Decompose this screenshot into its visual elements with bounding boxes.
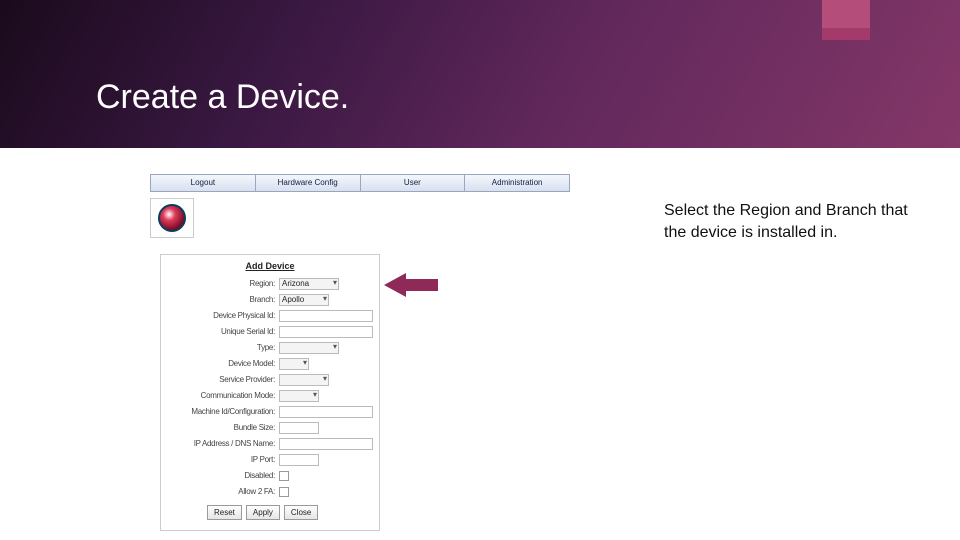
select-device-model[interactable] bbox=[279, 358, 309, 370]
apply-button[interactable]: Apply bbox=[246, 505, 280, 520]
reset-button[interactable]: Reset bbox=[207, 505, 242, 520]
input-ip-port[interactable] bbox=[279, 454, 319, 466]
select-branch[interactable]: Apollo bbox=[279, 294, 329, 306]
close-button[interactable]: Close bbox=[284, 505, 318, 520]
input-ip-dns[interactable] bbox=[279, 438, 373, 450]
label-device-physical-id: Device Physical Id: bbox=[167, 312, 279, 320]
app-screenshot-panel: Logout Hardware Config User Administrati… bbox=[150, 174, 570, 192]
form-title: Add Device bbox=[167, 261, 373, 271]
slide-accent-tab-highlight bbox=[822, 0, 870, 28]
tab-hardware-config[interactable]: Hardware Config bbox=[256, 174, 361, 192]
app-logo-icon bbox=[158, 204, 186, 232]
slide-title: Create a Device. bbox=[96, 78, 349, 117]
input-machine-config[interactable] bbox=[279, 406, 373, 418]
label-disabled: Disabled: bbox=[167, 472, 279, 480]
label-region: Region: bbox=[167, 280, 279, 288]
tab-administration[interactable]: Administration bbox=[465, 174, 570, 192]
label-device-model: Device Model: bbox=[167, 360, 279, 368]
label-machine-config: Machine Id/Configuration: bbox=[167, 408, 279, 416]
app-logo bbox=[150, 198, 194, 238]
label-allow-2fa: Allow 2 FA: bbox=[167, 488, 279, 496]
input-unique-serial-id[interactable] bbox=[279, 326, 373, 338]
tab-logout[interactable]: Logout bbox=[150, 174, 256, 192]
label-service-provider: Service Provider: bbox=[167, 376, 279, 384]
select-region[interactable]: Arizona bbox=[279, 278, 339, 290]
select-communication-mode[interactable] bbox=[279, 390, 319, 402]
slide-header-band bbox=[0, 0, 960, 148]
checkbox-disabled[interactable] bbox=[279, 471, 289, 481]
label-branch: Branch: bbox=[167, 296, 279, 304]
instruction-text-pre: Select the bbox=[664, 202, 740, 219]
instruction-text: Select the Region and Branch that the de… bbox=[664, 200, 934, 243]
form-button-row: Reset Apply Close bbox=[167, 505, 373, 520]
label-ip-dns: IP Address / DNS Name: bbox=[167, 440, 279, 448]
label-communication-mode: Communication Mode: bbox=[167, 392, 279, 400]
tab-user[interactable]: User bbox=[361, 174, 466, 192]
instruction-keyword-region: Region bbox=[740, 202, 791, 219]
instruction-text-mid: and bbox=[790, 202, 826, 219]
select-type[interactable] bbox=[279, 342, 339, 354]
input-bundle-size[interactable] bbox=[279, 422, 319, 434]
label-bundle-size: Bundle Size: bbox=[167, 424, 279, 432]
instruction-keyword-branch: Branch bbox=[826, 202, 877, 219]
app-tab-row: Logout Hardware Config User Administrati… bbox=[150, 174, 570, 192]
label-type: Type: bbox=[167, 344, 279, 352]
checkbox-allow-2fa[interactable] bbox=[279, 487, 289, 497]
label-unique-serial-id: Unique Serial Id: bbox=[167, 328, 279, 336]
add-device-form: Add Device Region: Arizona Branch: Apoll… bbox=[160, 254, 380, 531]
label-ip-port: IP Port: bbox=[167, 456, 279, 464]
select-service-provider[interactable] bbox=[279, 374, 329, 386]
input-device-physical-id[interactable] bbox=[279, 310, 373, 322]
pointer-arrow-icon bbox=[384, 273, 438, 297]
